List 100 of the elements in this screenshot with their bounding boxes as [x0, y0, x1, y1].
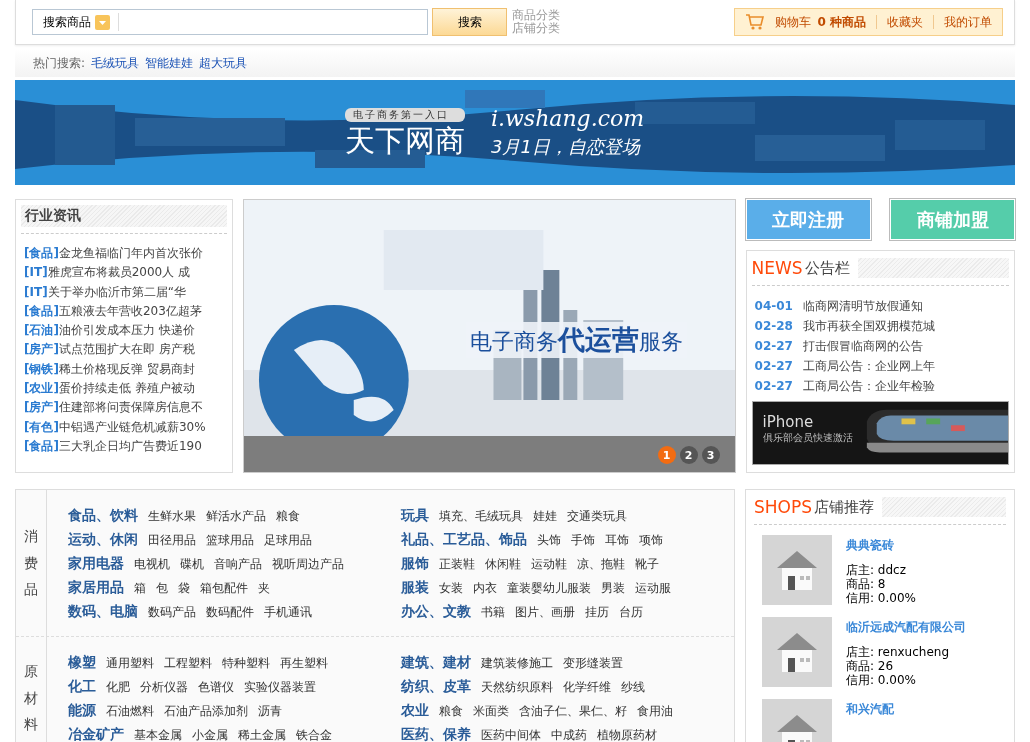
subcategory-link[interactable]: 篮球用品 — [206, 529, 254, 552]
subcategory-link[interactable]: 化学纤维 — [563, 676, 611, 699]
dropdown-icon[interactable] — [95, 14, 110, 30]
subcategory-link[interactable]: 通用塑料 — [106, 652, 154, 675]
subcategory-link[interactable]: 石油产品添加剂 — [164, 700, 248, 723]
subcategory-link[interactable]: 特种塑料 — [222, 652, 270, 675]
subcategory-link[interactable]: 足球用品 — [264, 529, 312, 552]
notice-link[interactable]: 工商局公告：企业年检验 — [802, 376, 935, 396]
category-link[interactable]: 纺织、皮革 — [401, 675, 471, 698]
category-link[interactable]: 服饰 — [401, 552, 429, 575]
subcategory-link[interactable]: 含油子仁、果仁、籽 — [519, 700, 627, 723]
notice-link[interactable]: 打击假冒临商网的公告 — [802, 336, 923, 356]
cart-icon[interactable] — [745, 13, 766, 31]
news-item[interactable]: [IT]关于举办临沂市第二届“华 — [24, 282, 227, 302]
subcategory-link[interactable]: 植物原药材 — [597, 724, 657, 742]
subcategory-link[interactable]: 正装鞋 — [439, 553, 475, 576]
subcategory-link[interactable]: 箱包配件 — [200, 577, 248, 600]
subcategory-link[interactable]: 挂历 — [585, 601, 609, 624]
shop-name-link[interactable]: 典典瓷砖 — [846, 537, 966, 553]
news-item[interactable]: [房产]住建部将问责保障房信息不 — [24, 398, 227, 418]
subcategory-link[interactable]: 医药中间体 — [481, 724, 541, 742]
subcategory-link[interactable]: 建筑装修施工 — [481, 652, 553, 675]
category-link[interactable]: 冶金矿产 — [68, 723, 124, 742]
subcategory-link[interactable]: 工程塑料 — [164, 652, 212, 675]
subcategory-link[interactable]: 石油燃料 — [106, 700, 154, 723]
subcategory-link[interactable]: 数码产品 — [148, 601, 196, 624]
news-item[interactable]: [IT]雅虎宣布将裁员2000人 成 — [24, 263, 227, 283]
subcategory-link[interactable]: 沥青 — [258, 700, 282, 723]
news-item[interactable]: [钢铁]稀土价格现反弹 贸易商封 — [24, 359, 227, 380]
shop-thumbnail[interactable] — [762, 617, 832, 687]
subcategory-link[interactable]: 米面类 — [473, 700, 509, 723]
subcategory-link[interactable]: 中成药 — [551, 724, 587, 742]
subcategory-link[interactable]: 天然纺织原料 — [481, 676, 553, 699]
notice-link[interactable]: 工商局公告：企业网上年 — [802, 356, 935, 376]
subcategory-link[interactable]: 项饰 — [639, 529, 663, 552]
subcategory-link[interactable]: 实验仪器装置 — [244, 676, 316, 699]
subcategory-link[interactable]: 粮食 — [276, 505, 300, 528]
subcategory-link[interactable]: 铁合金 — [296, 724, 332, 742]
category-link[interactable]: 建筑、建材 — [401, 651, 471, 674]
subcategory-link[interactable]: 碟机 — [180, 553, 204, 576]
category-link[interactable]: 数码、电脑 — [68, 600, 138, 623]
news-item[interactable]: [食品]金龙鱼福临门年内首次张价 — [24, 244, 227, 264]
category-link[interactable]: 运动、休闲 — [68, 528, 138, 551]
search-field[interactable]: 搜索商品 — [32, 9, 428, 35]
subcategory-link[interactable]: 填充、毛绒玩具 — [439, 505, 523, 528]
subcategory-link[interactable]: 夹 — [258, 577, 270, 600]
search-category[interactable]: 搜索商品 — [43, 13, 91, 31]
notice-link[interactable]: 我市再获全国双拥模范城 — [802, 316, 935, 336]
subcategory-link[interactable]: 视听周边产品 — [272, 553, 344, 576]
subcategory-link[interactable]: 箱 — [134, 577, 146, 600]
account-link[interactable]: 收藏夹 — [887, 13, 923, 31]
shop-thumbnail[interactable] — [762, 535, 832, 605]
category-link[interactable]: 家用电器 — [68, 552, 124, 575]
search-button[interactable]: 搜索 — [432, 8, 507, 36]
category-link[interactable]: 服装 — [401, 576, 429, 599]
subcategory-link[interactable]: 女装 — [439, 577, 463, 600]
news-item[interactable]: [石油]油价引发成本压力 快递价 — [24, 321, 227, 341]
subcategory-link[interactable]: 包 — [156, 577, 168, 600]
subcategory-link[interactable]: 鲜活水产品 — [206, 505, 266, 528]
news-item[interactable]: [房产]试点范围扩大在即 房产税 — [24, 340, 227, 360]
hot-search-link[interactable]: 毛绒玩具 — [91, 54, 140, 72]
news-item[interactable]: [食品]五粮液去年营收203亿超茅 — [24, 301, 227, 322]
subcategory-link[interactable]: 粮食 — [439, 700, 463, 723]
subcategory-link[interactable]: 化肥 — [106, 676, 130, 699]
subcategory-link[interactable]: 基本金属 — [134, 724, 182, 742]
ad-banner[interactable]: iPhone 俱乐部会员快速激活 — [751, 401, 1009, 465]
subcategory-link[interactable]: 童装婴幼儿服装 — [507, 577, 591, 600]
subcategory-link[interactable]: 休闲鞋 — [485, 553, 521, 576]
subcategory-link[interactable]: 凉、拖鞋 — [577, 553, 625, 576]
notice-link[interactable]: 临商网清明节放假通知 — [802, 296, 923, 316]
subcategory-link[interactable]: 数码配件 — [206, 601, 254, 624]
subcategory-link[interactable]: 生鲜水果 — [148, 505, 196, 528]
category-link[interactable]: 办公、文教 — [401, 600, 471, 623]
subcategory-link[interactable]: 运动服 — [635, 577, 671, 600]
subcategory-link[interactable]: 手饰 — [571, 529, 595, 552]
subcategory-link[interactable]: 交通类玩具 — [567, 505, 627, 528]
category-link[interactable]: 农业 — [401, 699, 429, 722]
shop-name-link[interactable]: 和兴汽配 — [846, 701, 966, 717]
category-link[interactable]: 礼品、工艺品、饰品 — [401, 528, 527, 551]
subcategory-link[interactable]: 靴子 — [635, 553, 659, 576]
news-item[interactable]: [有色]中铝遇产业链危机减薪30% — [24, 417, 227, 437]
cart-link[interactable]: 购物车 — [775, 13, 812, 31]
shop-name-link[interactable]: 临沂远成汽配有限公司 — [846, 619, 966, 635]
news-item[interactable]: [食品]三大乳企日均广告费近190 — [24, 436, 227, 457]
subcategory-link[interactable]: 电视机 — [134, 553, 170, 576]
category-link[interactable]: 家居用品 — [68, 576, 124, 599]
subcategory-link[interactable]: 变形缝装置 — [563, 652, 623, 675]
subcategory-link[interactable]: 台历 — [619, 601, 643, 624]
news-item[interactable]: [农业]蛋价持续走低 养殖户被动 — [24, 379, 227, 399]
subcategory-link[interactable]: 稀土金属 — [238, 724, 286, 742]
subcategory-link[interactable]: 图片、画册 — [515, 601, 575, 624]
subcategory-link[interactable]: 书籍 — [481, 601, 505, 624]
subcategory-link[interactable]: 小金属 — [192, 724, 228, 742]
subcategory-link[interactable]: 男装 — [601, 577, 625, 600]
category-link[interactable]: 橡塑 — [68, 651, 96, 674]
category-link[interactable]: 玩具 — [401, 504, 429, 527]
subcategory-link[interactable]: 袋 — [178, 577, 190, 600]
hot-search-link[interactable]: 智能娃娃 — [145, 54, 194, 72]
subcategory-link[interactable]: 音响产品 — [214, 553, 262, 576]
subcategory-link[interactable]: 头饰 — [537, 529, 561, 552]
